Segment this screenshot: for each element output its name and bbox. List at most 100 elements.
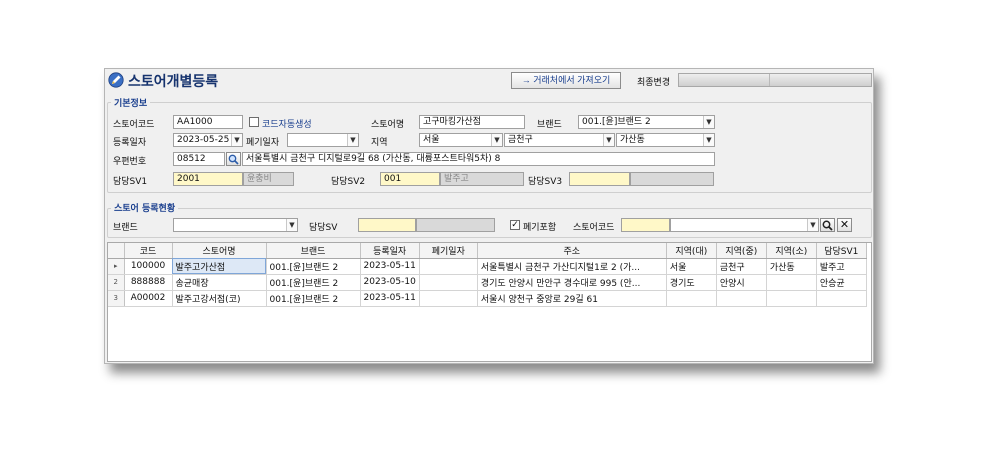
table-cell[interactable]: 001.[윤]브랜드 2 (266, 290, 361, 307)
table-cell[interactable]: 서울 (666, 258, 717, 275)
table-cell[interactable]: 100000 (124, 258, 173, 275)
search-icon (822, 220, 833, 231)
sv1-label: 담당SV1 (113, 177, 148, 187)
region-small-select[interactable]: 가산동 ▼ (616, 133, 715, 147)
table-cell[interactable] (766, 290, 817, 307)
reg-date-value: 2023-05-25 (177, 135, 230, 145)
search-icon (228, 154, 239, 165)
table-cell[interactable] (419, 274, 478, 291)
search-button[interactable] (820, 218, 835, 232)
table-cell[interactable]: 001.[윤]브랜드 2 (266, 258, 361, 275)
region-mid-select[interactable]: 금천구 ▼ (504, 133, 615, 147)
chevron-down-icon[interactable]: ▼ (807, 219, 818, 231)
page-title: 스토어개별등록 (128, 74, 219, 90)
table-cell[interactable]: 2023-05-11 (360, 258, 420, 275)
table-cell[interactable] (419, 290, 478, 307)
table-cell[interactable]: 2023-05-11 (360, 290, 420, 307)
search-brand-label: 브랜드 (113, 223, 138, 233)
sv2-code-input[interactable]: 001 (380, 172, 440, 186)
table-cell[interactable]: 안승균 (816, 274, 867, 291)
table-cell[interactable]: 발주고강서점(코) (172, 290, 267, 307)
table-cell[interactable]: 서울특별시 금천구 가산디지털1로 2 (가... (477, 258, 667, 275)
table-cell[interactable]: 경기도 안양시 만안구 경수대로 995 (안... (477, 274, 667, 291)
search-sv-code-input[interactable] (358, 218, 416, 232)
region-label: 지역 (371, 138, 388, 148)
zip-input[interactable]: 08512 (173, 152, 225, 166)
search-brand-select[interactable]: ▼ (173, 218, 298, 232)
table-cell[interactable] (716, 290, 767, 307)
table-cell[interactable]: 안양시 (716, 274, 767, 291)
chevron-down-icon[interactable]: ▼ (286, 219, 297, 231)
region-large-select[interactable]: 서울 ▼ (419, 133, 503, 147)
table-cell[interactable]: 경기도 (666, 274, 717, 291)
row-indicator-header (108, 243, 125, 259)
table-cell[interactable]: 서울시 양천구 중앙로 29길 61 (477, 290, 667, 307)
clear-button[interactable]: ✕ (837, 218, 852, 232)
column-header[interactable]: 등록일자 (360, 243, 420, 259)
table-row[interactable]: 2 888888 송균매장 001.[윤]브랜드 2 2023-05-10 경기도 안양시… (108, 274, 867, 291)
sv1-code-input[interactable]: 2001 (173, 172, 243, 186)
table-cell[interactable]: 가산동 (766, 258, 817, 275)
chevron-down-icon[interactable]: ▼ (491, 134, 502, 146)
search-store-select[interactable]: ▼ (670, 218, 819, 232)
table-row[interactable]: 3 A00002 발주고강서점(코) 001.[윤]브랜드 2 2023-05-11 서울… (108, 290, 867, 307)
column-header[interactable]: 폐기일자 (419, 243, 478, 259)
column-header[interactable]: 담당SV1 (816, 243, 867, 259)
table-cell[interactable]: 001.[윤]브랜드 2 (266, 274, 361, 291)
brand-select[interactable]: 001.[윤]브랜드 2 ▼ (578, 115, 715, 129)
zip-search-button[interactable] (226, 152, 241, 166)
store-code-label: 스토어코드 (113, 120, 155, 130)
calendar-dropdown-icon[interactable]: ▼ (347, 134, 358, 146)
fetch-from-vendor-button[interactable]: → 거래처에서 가져오기 (511, 72, 621, 89)
chevron-down-icon[interactable]: ▼ (703, 116, 714, 128)
table-row[interactable]: ▸ 100000 발주고가산점 001.[윤]브랜드 2 2023-05-11 서울특별시… (108, 258, 867, 275)
table-cell[interactable]: 888888 (124, 274, 173, 291)
row-indicator[interactable]: 2 (108, 274, 125, 291)
row-indicator[interactable]: 3 (108, 290, 125, 307)
store-code-input[interactable]: AA1000 (173, 115, 243, 129)
column-header[interactable]: 지역(대) (666, 243, 717, 259)
column-header[interactable]: 스토어명 (172, 243, 267, 259)
store-registration-window: 스토어개별등록 → 거래처에서 가져오기 최종변경 기본정보 스토어코드 AA1… (104, 68, 874, 364)
table-cell[interactable] (816, 290, 867, 307)
table-cell[interactable]: 발주고 (816, 258, 867, 275)
store-grid[interactable]: 코드 스토어명 브랜드 등록일자 폐기일자 주소 지역(대) 지역(중) 지역(… (107, 242, 872, 362)
search-sv-label: 담당SV (309, 223, 338, 233)
store-name-label: 스토어명 (371, 120, 405, 130)
address-input[interactable]: 서울특별시 금천구 디지털로9길 68 (가산동, 대륭포스트타워5차) 8 (242, 152, 715, 166)
table-cell[interactable] (766, 274, 817, 291)
auto-code-label: 코드자동생성 (262, 120, 312, 130)
row-indicator[interactable]: ▸ (108, 258, 125, 275)
sv3-name-field (630, 172, 714, 186)
table-cell[interactable]: 2023-05-10 (360, 274, 420, 291)
brand-label: 브랜드 (537, 120, 562, 130)
closed-date-picker[interactable]: ▼ (287, 133, 359, 147)
table-cell[interactable]: 송균매장 (172, 274, 267, 291)
table-cell[interactable]: 금천구 (716, 258, 767, 275)
auto-code-checkbox[interactable] (249, 117, 259, 127)
column-header[interactable]: 주소 (477, 243, 667, 259)
store-status-title: 스토어 등록현황 (111, 201, 179, 214)
edit-pencil-icon (108, 72, 124, 88)
table-cell[interactable] (419, 258, 478, 275)
table-cell[interactable]: 발주고가산점 (172, 258, 267, 275)
calendar-dropdown-icon[interactable]: ▼ (231, 134, 242, 146)
chevron-down-icon[interactable]: ▼ (603, 134, 614, 146)
column-header[interactable]: 브랜드 (266, 243, 361, 259)
include-closed-checkbox[interactable]: ✓ (510, 220, 520, 230)
close-icon: ✕ (839, 218, 850, 231)
column-header[interactable]: 지역(소) (766, 243, 817, 259)
search-sv-name-field (416, 218, 495, 232)
search-store-code-input[interactable] (621, 218, 670, 232)
basic-info-title: 기본정보 (111, 96, 151, 109)
table-cell[interactable]: A00002 (124, 290, 173, 307)
reg-date-picker[interactable]: 2023-05-25 ▼ (173, 133, 243, 147)
table-cell[interactable] (666, 290, 717, 307)
column-header[interactable]: 코드 (124, 243, 173, 259)
store-name-input[interactable]: 고구마킹가산점 (419, 115, 525, 129)
include-closed-label: 폐기포함 (523, 223, 557, 233)
column-header[interactable]: 지역(중) (716, 243, 767, 259)
store-table: 코드 스토어명 브랜드 등록일자 폐기일자 주소 지역(대) 지역(중) 지역(… (108, 243, 867, 307)
sv3-code-input[interactable] (569, 172, 630, 186)
chevron-down-icon[interactable]: ▼ (703, 134, 714, 146)
